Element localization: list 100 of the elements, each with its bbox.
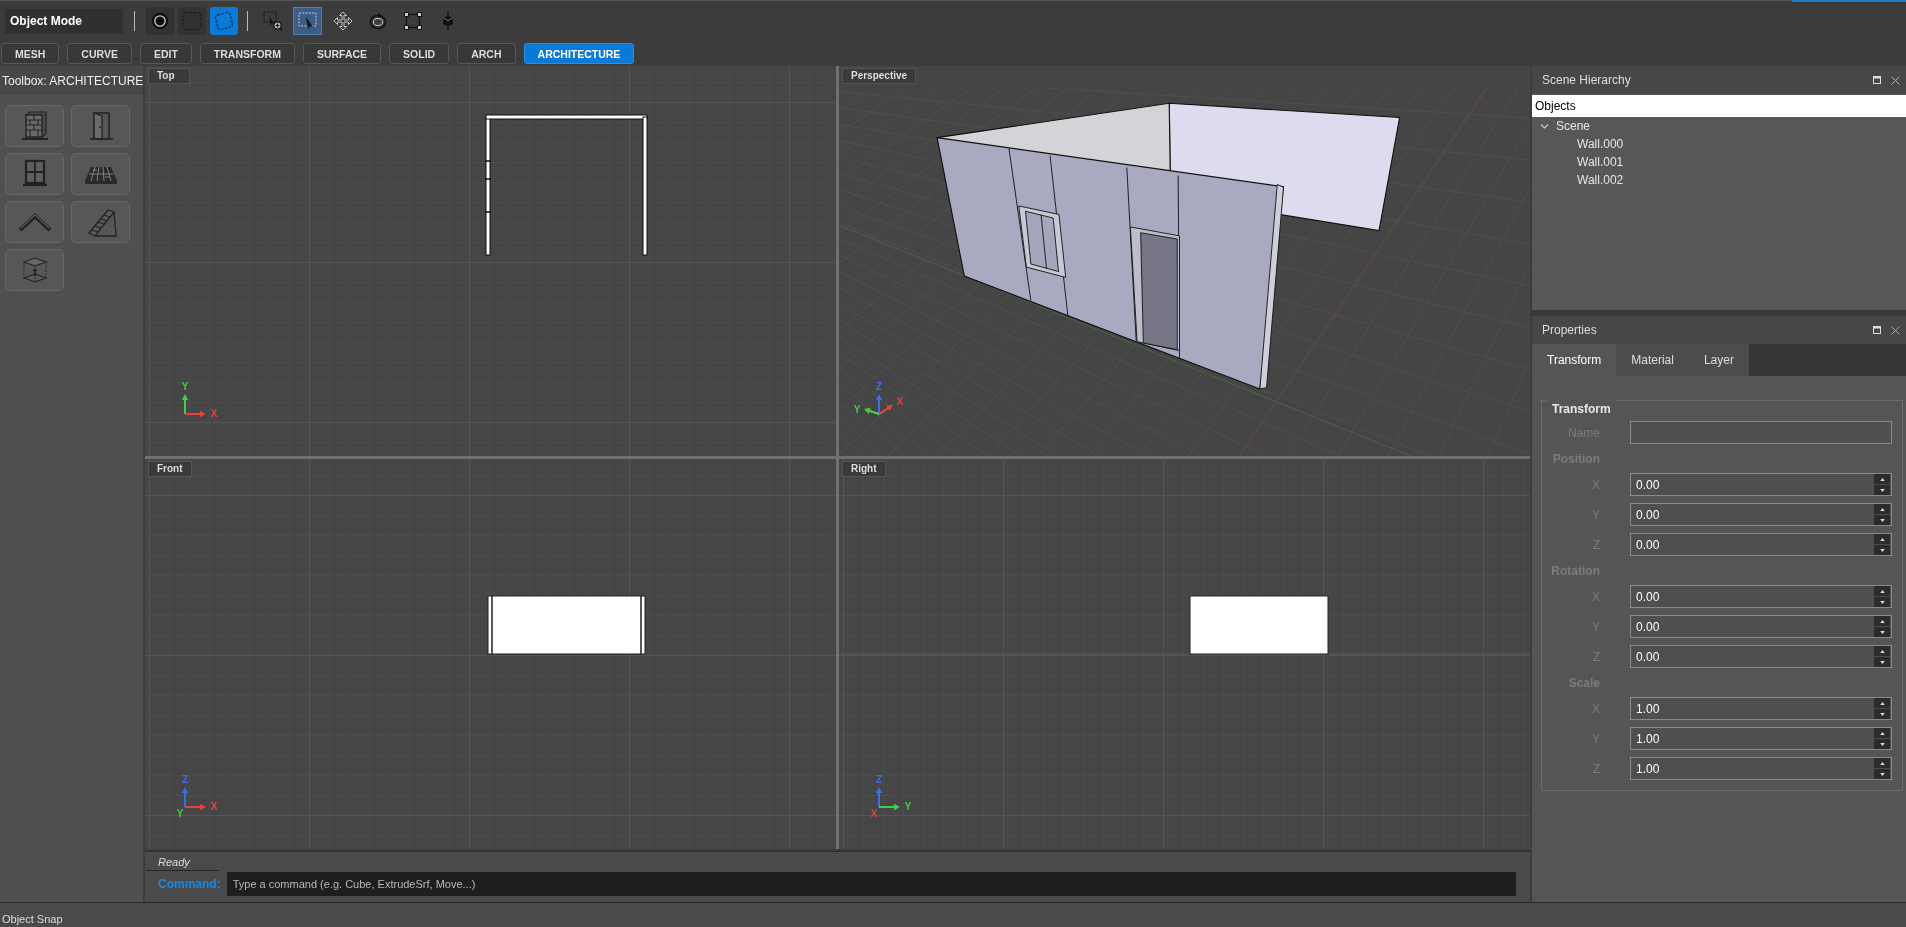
close-icon[interactable]: [1891, 75, 1900, 85]
roof-tool-button[interactable]: [5, 201, 64, 243]
spin-up-button[interactable]: [1874, 534, 1890, 544]
ribbon-tab[interactable]: EDIT: [139, 43, 192, 64]
spin-up-button[interactable]: [1874, 758, 1890, 768]
ribbon-tab[interactable]: SOLID: [389, 43, 450, 64]
number-field[interactable]: 0.00: [1630, 615, 1892, 638]
dashed-square-icon: [182, 11, 202, 31]
spin-up-button[interactable]: [1874, 728, 1890, 738]
caret-down-icon: [1879, 712, 1885, 716]
panel-tab[interactable]: Transform: [1532, 344, 1617, 376]
ribbon-tab[interactable]: MESH: [1, 43, 60, 64]
panel-tab[interactable]: Material: [1616, 344, 1689, 376]
caret-down-icon: [1879, 660, 1885, 664]
viewport-label: Front: [148, 461, 192, 477]
close-icon[interactable]: [1891, 325, 1900, 335]
ribbon-tab[interactable]: TRANSFORM: [199, 43, 295, 64]
tree-item[interactable]: Wall.000: [1577, 137, 1624, 151]
space-tool-button[interactable]: [5, 249, 64, 291]
number-field[interactable]: 0.00: [1630, 585, 1892, 608]
axis-label: X: [210, 800, 218, 812]
chevron-down-icon[interactable]: [1540, 121, 1549, 131]
ribbon-tab[interactable]: ARCH: [457, 43, 516, 64]
ribbon-tab[interactable]: SURFACE: [302, 43, 382, 64]
spin-up-button[interactable]: [1874, 616, 1890, 626]
viewport[interactable]: Right Z X Y: [839, 459, 1530, 849]
caret-up-icon: [1879, 507, 1885, 511]
wall-tool-button[interactable]: [5, 105, 64, 147]
caret-down-icon: [1879, 518, 1885, 522]
command-label: Command:: [158, 876, 221, 891]
floor-tool-button[interactable]: [71, 153, 130, 195]
number-field[interactable]: 0.00: [1630, 533, 1892, 556]
spin-up-button[interactable]: [1874, 586, 1890, 596]
axis-label: Y: [853, 403, 861, 415]
caret-down-icon: [1879, 488, 1885, 492]
panel-title: Scene Hierarchy: [1542, 73, 1632, 87]
caret-down-icon: [1879, 548, 1885, 552]
caret-up-icon: [1879, 537, 1885, 541]
viewport[interactable]: Front Z Y X: [145, 459, 836, 849]
box-select-tool[interactable]: [293, 7, 322, 35]
move-icon: [332, 11, 353, 31]
caret-down-icon: [1879, 600, 1885, 604]
spin-down-button[interactable]: [1874, 545, 1890, 555]
zoom-select-icon: [262, 11, 283, 31]
spin-down-button[interactable]: [1874, 657, 1890, 667]
number-field[interactable]: 1.00: [1630, 757, 1892, 780]
axis-label: X: [210, 407, 218, 419]
spin-up-button[interactable]: [1874, 646, 1890, 656]
axis-label: Z: [875, 773, 883, 785]
box-select-icon: [297, 11, 318, 31]
spin-down-button[interactable]: [1874, 485, 1890, 495]
number-field[interactable]: 0.00: [1630, 473, 1892, 496]
undock-icon[interactable]: [1873, 326, 1881, 334]
viewport-label: Perspective: [842, 68, 917, 84]
spin-up-button[interactable]: [1874, 698, 1890, 708]
number-field[interactable]: 0.00: [1630, 645, 1892, 668]
caret-up-icon: [1879, 701, 1885, 705]
door-tool-button[interactable]: [71, 105, 130, 147]
caret-down-icon: [1879, 772, 1885, 776]
spin-up-button[interactable]: [1874, 474, 1890, 484]
spin-down-button[interactable]: [1874, 709, 1890, 719]
window-tool-button[interactable]: [5, 153, 64, 195]
spin-down-button[interactable]: [1874, 769, 1890, 779]
name-field[interactable]: [1630, 421, 1892, 444]
ring-icon: [150, 11, 170, 31]
spin-down-button[interactable]: [1874, 739, 1890, 749]
caret-up-icon: [1879, 731, 1885, 735]
panel-title: Properties: [1542, 323, 1598, 337]
status-text: Ready: [158, 856, 190, 868]
display-mode-button[interactable]: [146, 7, 174, 35]
axis-label: X: [870, 807, 878, 819]
number-field[interactable]: 1.00: [1630, 697, 1892, 720]
command-field[interactable]: Type a command (e.g. Cube, ExtrudeSrf, Move...): [226, 871, 1516, 896]
tree-item[interactable]: Scene: [1556, 119, 1591, 133]
tree-item[interactable]: Wall.001: [1577, 155, 1624, 169]
viewport[interactable]: Perspective Z Y X: [839, 66, 1530, 456]
axis-label: Y: [181, 380, 189, 392]
viewport-label: Top: [148, 68, 190, 84]
toolbox-title: Toolbox: ARCHITECTURE: [1, 73, 144, 88]
spin-down-button[interactable]: [1874, 627, 1890, 637]
viewport[interactable]: Top Y X: [145, 66, 836, 456]
caret-up-icon: [1879, 649, 1885, 653]
axis-label: X: [896, 395, 904, 407]
spin-up-button[interactable]: [1874, 504, 1890, 514]
viewport-label: Right: [842, 461, 886, 477]
status-text: Object Snap: [2, 913, 64, 926]
number-field[interactable]: 0.00: [1630, 503, 1892, 526]
stairs-tool-button[interactable]: [71, 201, 130, 243]
spin-down-button[interactable]: [1874, 515, 1890, 525]
axis-label: Z: [875, 380, 883, 392]
undock-icon[interactable]: [1873, 76, 1881, 84]
mode-indicator: Object Mode: [5, 8, 123, 34]
ribbon-tab[interactable]: ARCHITECTURE: [523, 43, 635, 64]
panel-tab[interactable]: Layer: [1688, 344, 1749, 376]
spin-down-button[interactable]: [1874, 597, 1890, 607]
caret-up-icon: [1879, 761, 1885, 765]
rotate-icon: [367, 11, 388, 31]
number-field[interactable]: 1.00: [1630, 727, 1892, 750]
ribbon-tab[interactable]: CURVE: [67, 43, 132, 64]
tree-item[interactable]: Wall.002: [1577, 173, 1624, 187]
